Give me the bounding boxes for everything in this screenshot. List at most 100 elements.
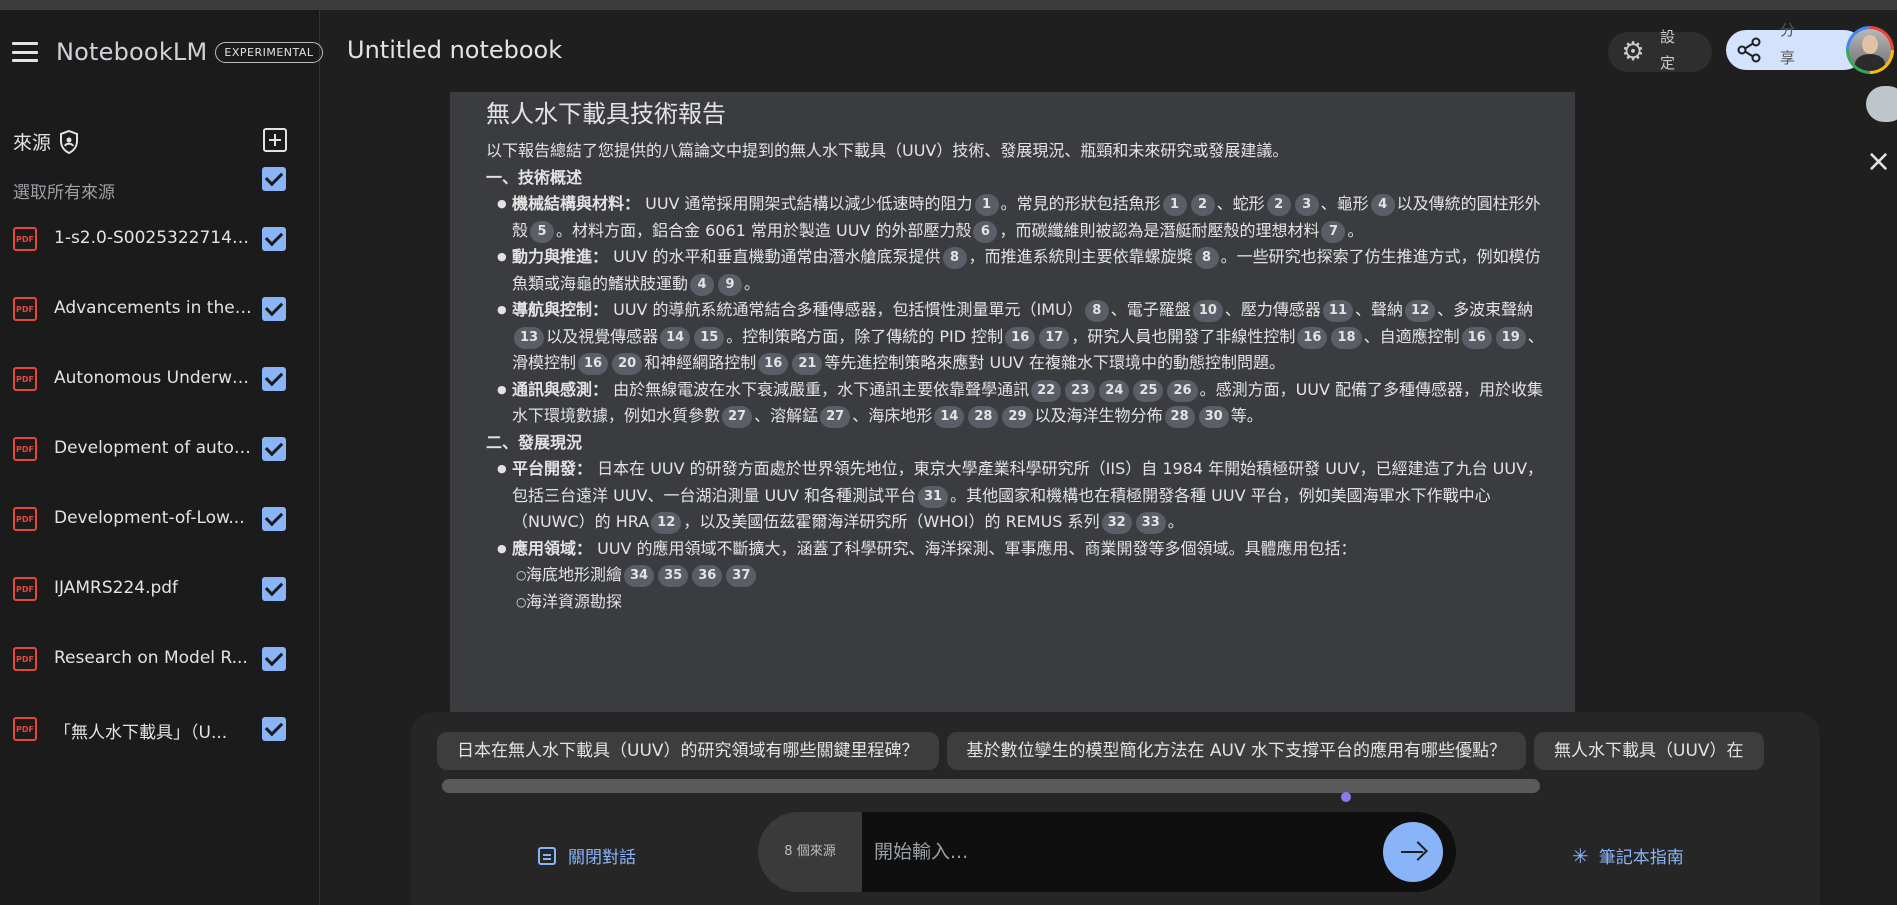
citation[interactable]: 8 xyxy=(942,247,967,269)
source-item[interactable]: PDF Development-of-Low... xyxy=(0,498,320,538)
citation[interactable]: 36 xyxy=(692,565,723,587)
citation[interactable]: 17 xyxy=(1039,326,1070,349)
citation[interactable]: 37 xyxy=(726,565,757,587)
bullet-mechanical: 機械結構與材料： UUV 通常採用開架式結構以減少低速時的阻力1。常見的形狀包括… xyxy=(486,191,1546,244)
chat-input[interactable] xyxy=(874,832,1354,872)
close-chat-label: 關閉對話 xyxy=(568,848,636,868)
side-panel-toggle[interactable] xyxy=(1866,86,1897,122)
citation[interactable]: 19 xyxy=(1495,326,1526,349)
notebook-title[interactable]: Untitled notebook xyxy=(347,36,562,64)
citation[interactable]: 35 xyxy=(658,565,689,587)
source-checkbox[interactable] xyxy=(262,367,286,391)
source-name: Research on Model R... xyxy=(54,648,248,668)
citation[interactable]: 25 xyxy=(1133,379,1164,402)
citation[interactable]: 13 xyxy=(514,326,545,349)
citation[interactable]: 6 xyxy=(973,220,998,243)
citation[interactable]: 34 xyxy=(624,565,655,587)
chat-icon xyxy=(538,846,556,865)
source-item[interactable]: PDF 「無人水下載具」（U... xyxy=(0,708,320,748)
source-item[interactable]: PDF Autonomous Underwa... xyxy=(0,358,320,398)
citation[interactable]: 23 xyxy=(1065,379,1096,402)
bullet-propulsion: 動力與推進： UUV 的水平和垂直機動通常由潛水艙底泵提供8，而推進系統則主要依… xyxy=(486,244,1546,297)
citation[interactable]: 27 xyxy=(722,406,753,428)
citation[interactable]: 16 xyxy=(758,353,789,375)
source-checkbox[interactable] xyxy=(262,437,286,461)
citation[interactable]: 16 xyxy=(1005,326,1036,349)
citation[interactable]: 14 xyxy=(660,326,691,349)
select-all-checkbox[interactable] xyxy=(262,167,286,191)
source-checkbox[interactable] xyxy=(262,507,286,531)
citation[interactable]: 14 xyxy=(934,406,965,428)
chips-scrollbar[interactable] xyxy=(442,779,1540,793)
source-checkbox[interactable] xyxy=(262,297,286,321)
source-checkbox[interactable] xyxy=(262,577,286,601)
close-icon[interactable]: × xyxy=(1866,147,1891,177)
share-label: 分享 xyxy=(1780,21,1796,67)
bullet-label: 導航與控制： xyxy=(512,300,609,319)
citation[interactable]: 2 xyxy=(1190,194,1215,216)
citation[interactable]: 20 xyxy=(612,353,643,375)
notebook-guide-button[interactable]: ✳ 筆記本指南 xyxy=(1572,843,1684,869)
suggestion-chip[interactable]: 日本在無人水下載具（UUV）的研究領域有哪些關鍵里程碑？ xyxy=(437,732,939,770)
citation[interactable]: 4 xyxy=(690,273,715,296)
source-checkbox[interactable] xyxy=(262,227,286,251)
suggestion-chip[interactable]: 無人水下載具（UUV）在 xyxy=(1534,732,1764,770)
source-checkbox[interactable] xyxy=(262,647,286,671)
citation[interactable]: 12 xyxy=(1405,300,1436,322)
citation[interactable]: 4 xyxy=(1370,194,1395,216)
source-item[interactable]: PDF 1-s2.0-S00253227140... xyxy=(0,218,320,258)
citation[interactable]: 11 xyxy=(1322,300,1354,322)
citation[interactable]: 16 xyxy=(1461,326,1492,349)
citation[interactable]: 16 xyxy=(1297,326,1328,349)
share-button[interactable]: 分享 xyxy=(1726,21,1864,70)
citation[interactable]: 10 xyxy=(1192,300,1223,322)
avatar[interactable] xyxy=(1846,26,1894,74)
shield-icon[interactable] xyxy=(59,129,79,154)
source-item[interactable]: PDF Research on Model R... xyxy=(0,638,320,678)
sub-bullet: 海洋資源勘探 xyxy=(486,589,1546,616)
citation[interactable]: 15 xyxy=(694,326,725,349)
scroll-indicator xyxy=(1341,792,1351,802)
settings-button[interactable]: ⚙ 設定 xyxy=(1608,28,1712,72)
close-chat-button[interactable]: 關閉對話 xyxy=(538,843,636,868)
citation[interactable]: 16 xyxy=(578,353,609,375)
citation[interactable]: 30 xyxy=(1198,406,1229,428)
citation[interactable]: 29 xyxy=(1002,406,1033,428)
bullet-label: 平台開發： xyxy=(512,459,593,478)
gear-icon: ⚙ xyxy=(1621,37,1645,67)
citation[interactable]: 21 xyxy=(792,353,823,375)
citation[interactable]: 32 xyxy=(1101,512,1132,534)
citation[interactable]: 24 xyxy=(1099,379,1130,402)
citation[interactable]: 22 xyxy=(1031,379,1062,402)
source-checkbox[interactable] xyxy=(262,717,286,741)
citation[interactable]: 8 xyxy=(1194,247,1219,269)
citation[interactable]: 9 xyxy=(718,273,743,296)
source-count[interactable]: 8 個來源 xyxy=(758,812,862,892)
source-item[interactable]: PDF Development of auton... xyxy=(0,428,320,468)
citation[interactable]: 28 xyxy=(968,406,999,428)
suggestion-chip[interactable]: 基於數位孿生的模型簡化方法在 AUV 水下支撐平台的應用有哪些優點？ xyxy=(946,732,1527,770)
report-intro: 以下報告總結了您提供的八篇論文中提到的無人水下載具（UUV）技術、發展現況、瓶頸… xyxy=(486,141,1289,160)
citation[interactable]: 5 xyxy=(530,220,555,243)
header: Untitled notebook ⚙ 設定 分享 xyxy=(321,10,1897,90)
citation[interactable]: 1 xyxy=(974,194,999,216)
citation[interactable]: 18 xyxy=(1331,326,1362,349)
menu-icon[interactable] xyxy=(12,42,38,62)
settings-label: 設定 xyxy=(1660,28,1676,72)
share-icon xyxy=(1737,37,1761,63)
source-item[interactable]: PDF IJAMRS224.pdf xyxy=(0,568,320,608)
citation[interactable]: 2 xyxy=(1266,194,1291,216)
send-button[interactable] xyxy=(1383,822,1443,882)
citation[interactable]: 27 xyxy=(820,406,851,428)
citation[interactable]: 33 xyxy=(1135,512,1166,534)
citation[interactable]: 28 xyxy=(1164,406,1195,428)
add-source-button[interactable] xyxy=(263,128,287,152)
citation[interactable]: 7 xyxy=(1321,220,1346,243)
citation[interactable]: 1 xyxy=(1162,194,1187,216)
citation[interactable]: 12 xyxy=(651,512,682,534)
source-item[interactable]: PDF Advancements in the ... xyxy=(0,288,320,328)
citation[interactable]: 31 xyxy=(918,485,949,508)
citation[interactable]: 8 xyxy=(1084,300,1109,322)
citation[interactable]: 3 xyxy=(1294,194,1319,216)
citation[interactable]: 26 xyxy=(1167,379,1198,402)
